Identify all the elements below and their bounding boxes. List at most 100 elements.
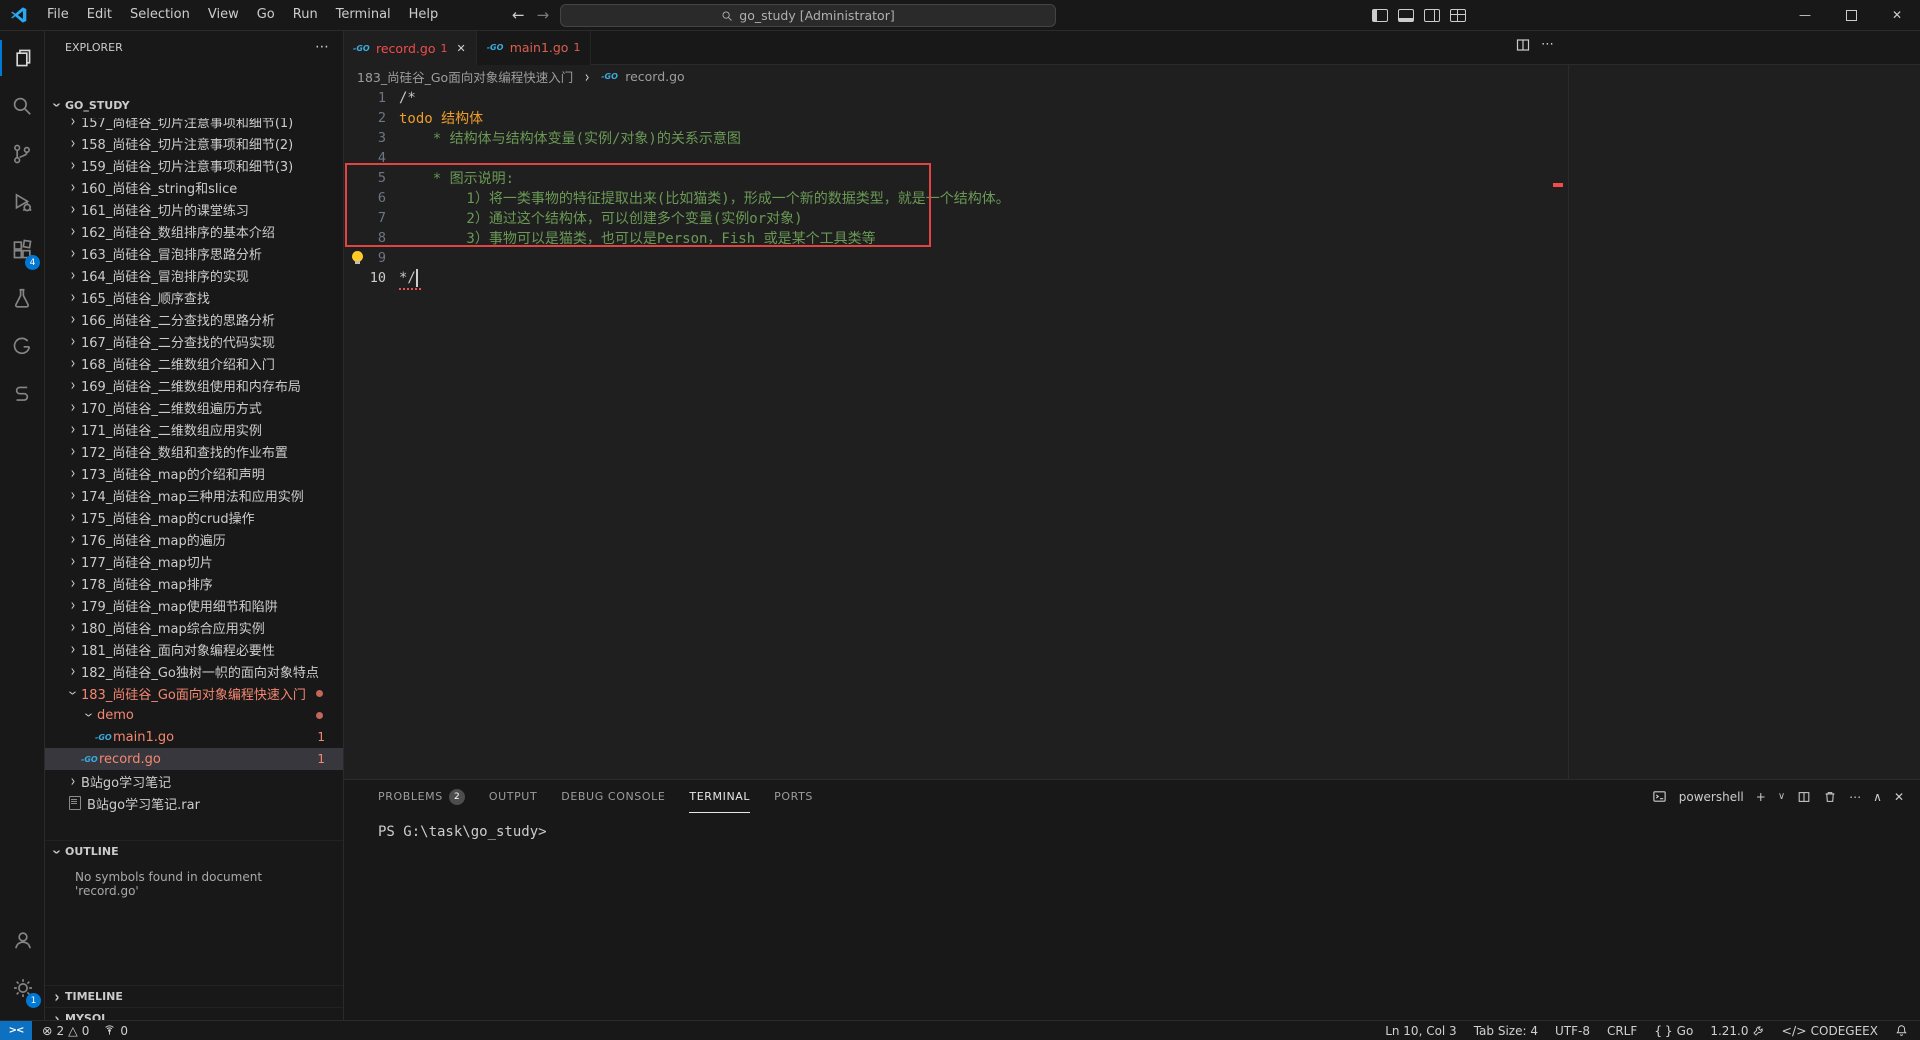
source-control-activity-button[interactable] [0, 130, 44, 178]
encoding-status[interactable]: UTF-8 [1555, 1024, 1590, 1038]
settings-button[interactable]: 1 [0, 964, 45, 1012]
menu-file[interactable]: File [38, 0, 78, 30]
tree-item[interactable]: › 159_尚硅谷_切片注意事项和细节(3) [45, 154, 343, 176]
tree-item[interactable]: › 172_尚硅谷_数组和查找的作业布置 [45, 440, 343, 462]
tree-item[interactable]: › 158_尚硅谷_切片注意事项和细节(2) [45, 132, 343, 154]
testing-activity-button[interactable] [0, 274, 44, 322]
menu-selection[interactable]: Selection [121, 0, 199, 30]
remote-indicator[interactable]: >< [0, 1020, 32, 1040]
tree-item[interactable]: › 163_尚硅谷_冒泡排序思路分析 [45, 242, 343, 264]
cursor-position-status[interactable]: Ln 10, Col 3 [1385, 1024, 1457, 1038]
ports-status[interactable]: 0 [103, 1024, 128, 1038]
tab-main1-go[interactable]: GO main1.go 1 [476, 30, 592, 65]
back-arrow-icon[interactable]: ← [512, 6, 525, 24]
eol-status[interactable]: CRLF [1607, 1024, 1637, 1038]
menu-edit[interactable]: Edit [78, 0, 121, 30]
tree-item[interactable]: › B站go学习笔记 [45, 770, 343, 792]
tree-item[interactable]: › 168_尚硅谷_二维数组介绍和入门 [45, 352, 343, 374]
tree-item[interactable]: › 165_尚硅谷_顺序查找 [45, 286, 343, 308]
panel-tab-output[interactable]: OUTPUT [489, 780, 537, 813]
tree-item-folder-demo[interactable]: › demo [45, 704, 343, 726]
tree-item[interactable]: › 179_尚硅谷_map使用细节和陷阱 [45, 594, 343, 616]
panel-tab-terminal[interactable]: TERMINAL [689, 780, 751, 813]
menu-terminal[interactable]: Terminal [327, 0, 400, 30]
close-window-button[interactable]: ✕ [1874, 0, 1920, 30]
tree-item[interactable]: B站go学习笔记.rar [45, 792, 343, 814]
tree-item[interactable]: › 167_尚硅谷_二分查找的代码实现 [45, 330, 343, 352]
tree-item[interactable]: › 170_尚硅谷_二维数组遍历方式 [45, 396, 343, 418]
kill-terminal-trash-icon[interactable] [1823, 790, 1837, 804]
tree-item[interactable]: › 181_尚硅谷_面向对象编程必要性 [45, 638, 343, 660]
tree-item[interactable]: › 178_尚硅谷_map排序 [45, 572, 343, 594]
toggle-sidebar-icon[interactable] [1372, 8, 1388, 22]
breadcrumb[interactable]: 183_尚硅谷_Go面向对象编程快速入门 › GO record.go [343, 65, 1568, 88]
tree-item[interactable]: › 169_尚硅谷_二维数组使用和内存布局 [45, 374, 343, 396]
codegeex-activity-button[interactable] [0, 370, 44, 418]
breadcrumb-folder[interactable]: 183_尚硅谷_Go面向对象编程快速入门 [357, 67, 573, 86]
tree-item[interactable]: › 164_尚硅谷_冒泡排序的实现 [45, 264, 343, 286]
menu-view[interactable]: View [199, 0, 248, 30]
section-go-study[interactable]: › GO_STUDY [45, 94, 343, 116]
tree-item[interactable]: › 162_尚硅谷_数组排序的基本介绍 [45, 220, 343, 242]
toggle-secondary-sidebar-icon[interactable] [1424, 8, 1440, 22]
extensions-activity-button[interactable]: 4 [0, 226, 44, 274]
terminal-dropdown-icon[interactable]: ∨ [1778, 791, 1785, 802]
tree-item[interactable]: › 177_尚硅谷_map切片 [45, 550, 343, 572]
tree-item[interactable]: › 157_尚硅谷_切片注意事项和细节(1) [45, 118, 343, 132]
tree-item[interactable]: › 161_尚硅谷_切片的课堂练习 [45, 198, 343, 220]
toggle-panel-icon[interactable] [1398, 8, 1414, 22]
maximize-panel-icon[interactable]: ∧ [1873, 790, 1882, 804]
close-panel-icon[interactable]: ✕ [1894, 790, 1904, 804]
section-mysql[interactable]: › MYSQL [45, 1007, 343, 1020]
menu-go[interactable]: Go [248, 0, 284, 30]
tab-record-go[interactable]: GO record.go 1 ✕ [343, 30, 477, 65]
run-debug-activity-button[interactable] [0, 178, 44, 226]
problems-status[interactable]: ⊗ 2 △ 0 [42, 1023, 89, 1038]
customize-layout-icon[interactable] [1450, 8, 1466, 22]
language-mode-status[interactable]: { } Go [1654, 1023, 1693, 1038]
section-timeline[interactable]: › TIMELINE [45, 985, 343, 1007]
panel-tab-ports[interactable]: PORTS [774, 780, 813, 813]
explorer-more-actions-icon[interactable]: ⋯ [315, 39, 329, 55]
bell-icon[interactable] [1895, 1024, 1908, 1037]
panel-tab-debug-console[interactable]: DEBUG CONSOLE [561, 780, 665, 813]
lightbulb-icon[interactable] [352, 251, 363, 264]
maximize-button[interactable] [1828, 0, 1874, 30]
tree-item[interactable]: › 174_尚硅谷_map三种用法和应用实例 [45, 484, 343, 506]
tree-item[interactable]: › 180_尚硅谷_map综合应用实例 [45, 616, 343, 638]
command-center-search[interactable]: go_study [Administrator] [560, 4, 1056, 27]
split-terminal-icon[interactable] [1797, 790, 1811, 804]
section-outline[interactable]: › OUTLINE [45, 840, 343, 862]
minimize-button[interactable]: — [1782, 0, 1828, 30]
tree-item[interactable]: › 175_尚硅谷_map的crud操作 [45, 506, 343, 528]
tree-item-folder-183[interactable]: › 183_尚硅谷_Go面向对象编程快速入门 [45, 682, 343, 704]
terminal-prompt[interactable]: PS G:\task\go_study> [378, 824, 547, 840]
go-version-status[interactable]: 1.21.0 [1710, 1024, 1764, 1038]
menu-help[interactable]: Help [400, 0, 448, 30]
code-editor[interactable]: 1/* 2 todo 结构体 3 * 结构体与结构体变量(实例/对象)的关系示意图… [343, 88, 1568, 779]
codegeex-status[interactable]: </> CODEGEEX [1781, 1023, 1878, 1038]
g-circle-activity-button[interactable] [0, 322, 44, 370]
tree-item[interactable]: › 160_尚硅谷_string和slice [45, 176, 343, 198]
tree-item[interactable]: › 166_尚硅谷_二分查找的思路分析 [45, 308, 343, 330]
tree-item[interactable]: › 171_尚硅谷_二维数组应用实例 [45, 418, 343, 440]
breadcrumb-file[interactable]: record.go [625, 69, 685, 84]
search-activity-button[interactable] [0, 82, 44, 130]
tab-size-status[interactable]: Tab Size: 4 [1474, 1024, 1538, 1038]
shell-label[interactable]: powershell [1679, 790, 1744, 804]
menu-run[interactable]: Run [284, 0, 327, 30]
split-editor-icon[interactable] [1515, 37, 1531, 53]
account-button[interactable] [0, 916, 45, 964]
close-tab-icon[interactable]: ✕ [457, 42, 466, 55]
editor-more-actions-icon[interactable]: ⋯ [1541, 37, 1554, 53]
explorer-activity-button[interactable] [0, 34, 44, 82]
new-terminal-icon[interactable]: + [1756, 790, 1766, 804]
panel-tab-problems[interactable]: PROBLEMS 2 [378, 780, 465, 813]
tree-item[interactable]: › 173_尚硅谷_map的介绍和声明 [45, 462, 343, 484]
tree-item[interactable]: › 182_尚硅谷_Go独树一帜的面向对象特点 [45, 660, 343, 682]
tree-item[interactable]: › 176_尚硅谷_map的遍历 [45, 528, 343, 550]
tree-item-main1[interactable]: GOmain1.go1 [45, 726, 343, 748]
panel-more-actions-icon[interactable]: ⋯ [1849, 790, 1861, 804]
forward-arrow-icon[interactable]: → [537, 6, 550, 24]
tree-item-record-selected[interactable]: GOrecord.go1 [45, 748, 343, 770]
